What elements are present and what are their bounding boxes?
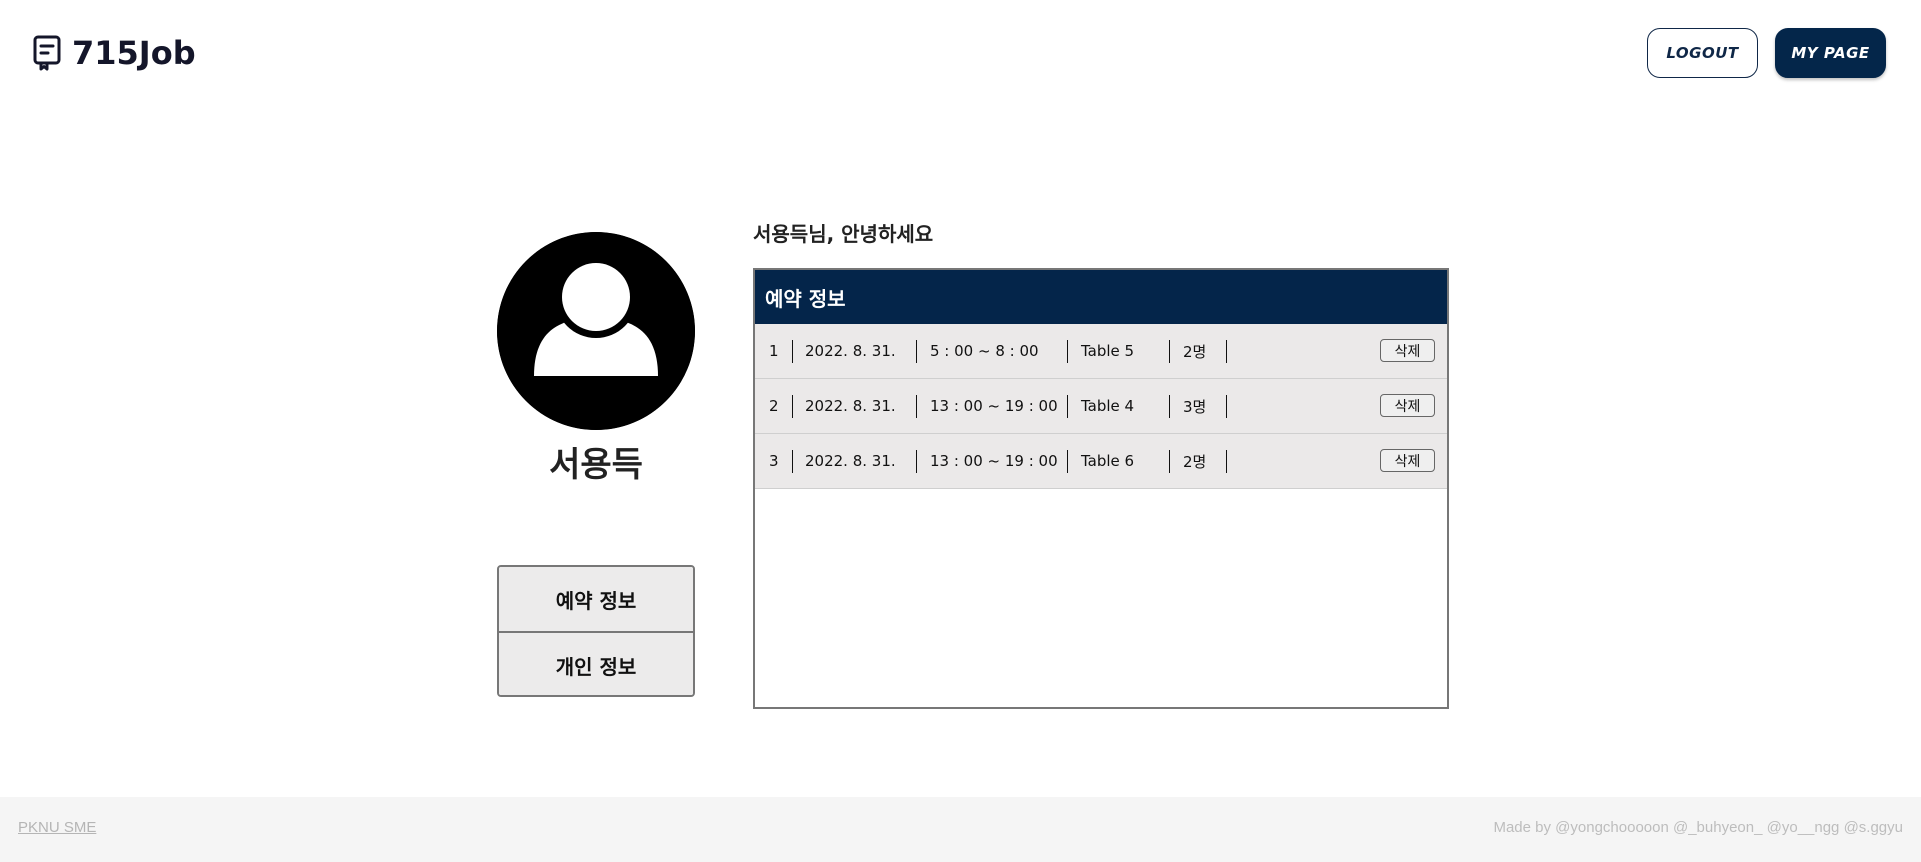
profile-name: 서용득 bbox=[549, 445, 643, 485]
receipt-icon bbox=[32, 35, 62, 71]
reservation-panel: 예약 정보 1 2022. 8. 31. 5 : 00 ~ 8 : 00 Tab… bbox=[753, 268, 1449, 709]
reservation-table: Table 4 bbox=[1068, 394, 1170, 418]
reservation-date: 2022. 8. 31. bbox=[793, 449, 917, 473]
delete-button[interactable]: 삭제 bbox=[1380, 394, 1435, 417]
reservation-row: 3 2022. 8. 31. 13 : 00 ~ 19 : 00 Table 6… bbox=[755, 434, 1447, 489]
reservation-time: 5 : 00 ~ 8 : 00 bbox=[917, 339, 1068, 363]
reservation-people: 2명 bbox=[1170, 449, 1227, 473]
brand-name: 715Job bbox=[72, 34, 196, 72]
reservation-people: 2명 bbox=[1170, 339, 1227, 363]
brand-logo[interactable]: 715Job bbox=[32, 33, 196, 73]
page: 715Job LOGOUT MY PAGE 서용득 예약 정보 개인 정보 서용… bbox=[0, 0, 1921, 862]
reservation-number: 3 bbox=[755, 449, 793, 473]
greeting-text: 서용득님, 안녕하세요 bbox=[753, 222, 934, 246]
reservation-table: Table 5 bbox=[1068, 339, 1170, 363]
reservation-table: Table 6 bbox=[1068, 449, 1170, 473]
panel-title: 예약 정보 bbox=[755, 270, 1447, 324]
reservation-number: 1 bbox=[755, 339, 793, 363]
reservation-time: 13 : 00 ~ 19 : 00 bbox=[917, 394, 1068, 418]
delete-button[interactable]: 삭제 bbox=[1380, 449, 1435, 472]
user-avatar-icon bbox=[497, 232, 695, 430]
my-page-button[interactable]: MY PAGE bbox=[1775, 28, 1886, 78]
side-menu: 예약 정보 개인 정보 bbox=[497, 565, 695, 697]
side-menu-reservation-info[interactable]: 예약 정보 bbox=[499, 567, 693, 631]
footer-credit: Made by @yongchooooon @_buhyeon_ @yo__ng… bbox=[1493, 819, 1903, 836]
footer-link[interactable]: PKNU SME bbox=[18, 819, 96, 836]
reservation-row: 2 2022. 8. 31. 13 : 00 ~ 19 : 00 Table 4… bbox=[755, 379, 1447, 434]
side-menu-personal-info[interactable]: 개인 정보 bbox=[499, 631, 693, 695]
reservation-date: 2022. 8. 31. bbox=[793, 394, 917, 418]
reservation-row: 1 2022. 8. 31. 5 : 00 ~ 8 : 00 Table 5 2… bbox=[755, 324, 1447, 379]
reservation-time: 13 : 00 ~ 19 : 00 bbox=[917, 449, 1068, 473]
reservation-number: 2 bbox=[755, 394, 793, 418]
logout-button[interactable]: LOGOUT bbox=[1647, 28, 1758, 78]
delete-button[interactable]: 삭제 bbox=[1380, 339, 1435, 362]
footer: PKNU SME Made by @yongchooooon @_buhyeon… bbox=[0, 797, 1921, 862]
reservation-people: 3명 bbox=[1170, 394, 1227, 418]
reservation-date: 2022. 8. 31. bbox=[793, 339, 917, 363]
